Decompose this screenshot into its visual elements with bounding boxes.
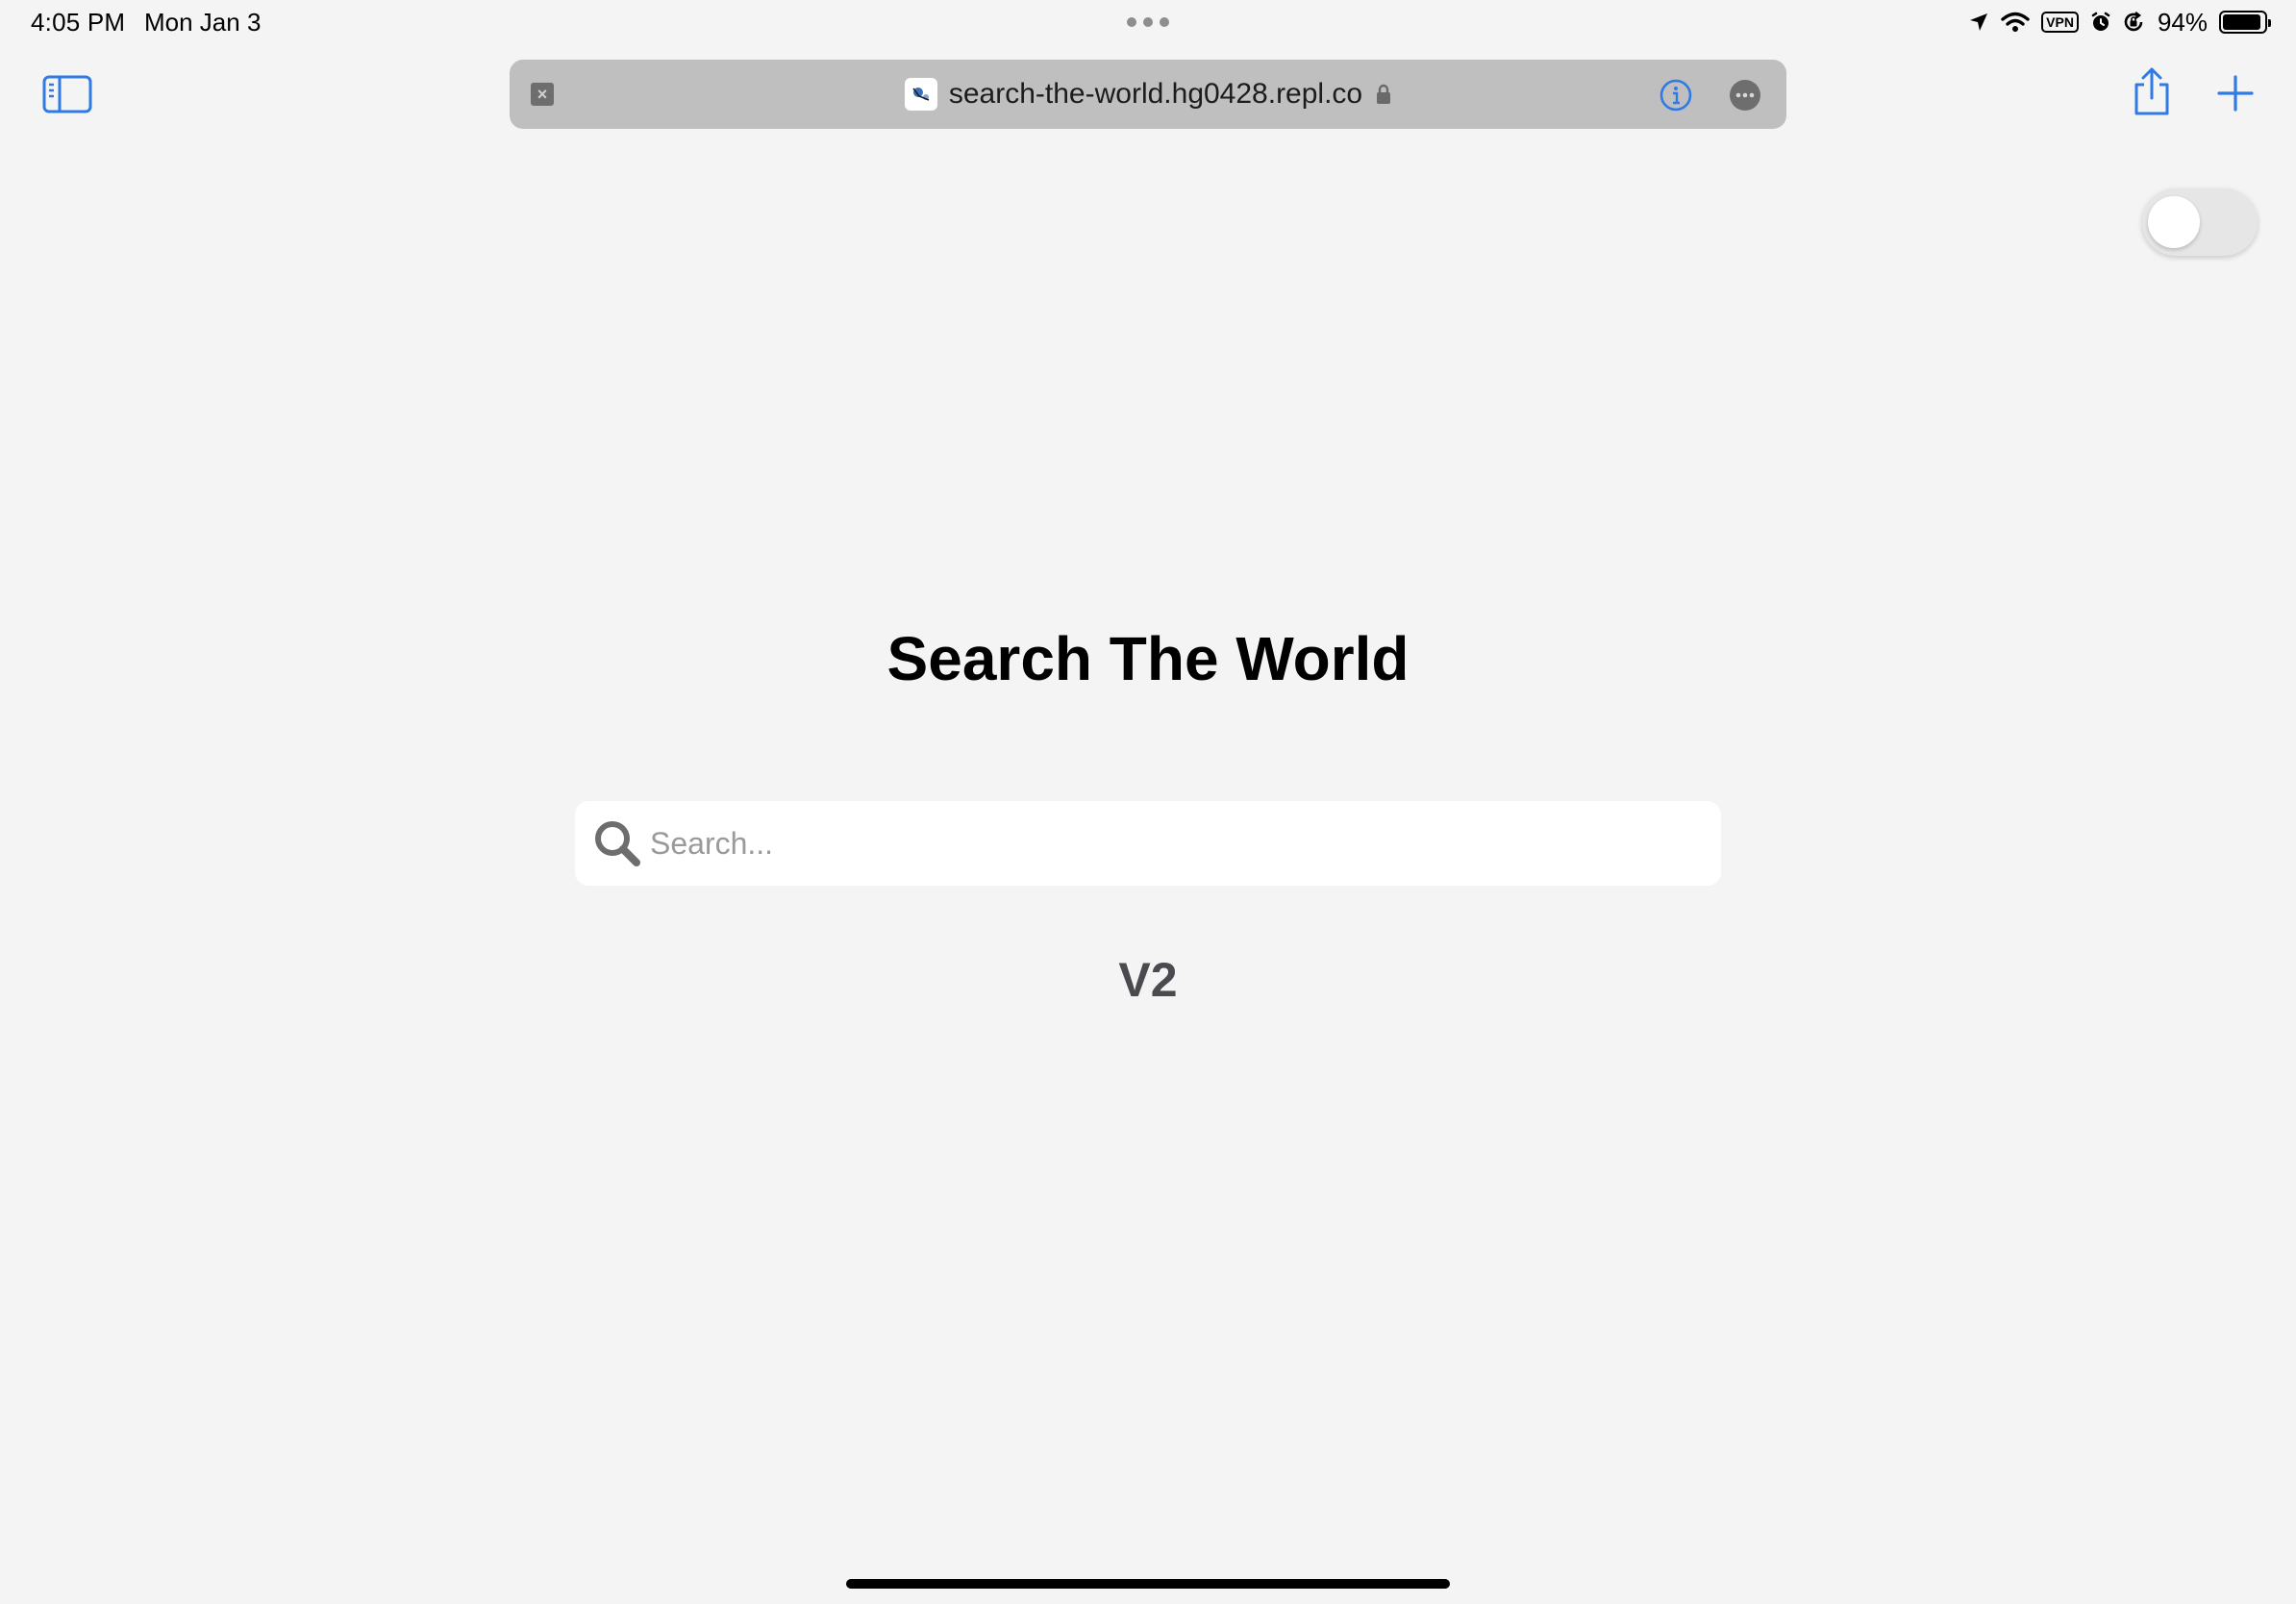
toggle-knob (2148, 196, 2200, 248)
more-icon (1730, 80, 1760, 111)
status-time: 4:05 PM (31, 8, 126, 37)
info-button[interactable] (1660, 79, 1692, 112)
wifi-icon (2001, 12, 2030, 33)
more-button[interactable] (1729, 79, 1761, 112)
status-indicators: VPN 94% (1968, 6, 2271, 38)
url-text: search-the-world.hg0428.repl.co (948, 78, 1363, 110)
page-title: Search The World (886, 624, 1410, 693)
vpn-icon: VPN (2041, 12, 2079, 33)
share-button[interactable] (2131, 67, 2173, 117)
sidebar-button[interactable] (42, 75, 92, 113)
battery-icon (2219, 11, 2271, 34)
url-display[interactable]: search-the-world.hg0428.repl.co (510, 60, 1786, 129)
search-box[interactable] (575, 801, 1721, 886)
dot (1143, 17, 1153, 27)
site-favicon (904, 78, 937, 111)
plus-icon (2217, 75, 2254, 112)
lock-icon (1376, 84, 1391, 105)
search-icon (595, 821, 640, 866)
version-label: V2 (1118, 953, 1178, 1007)
theme-toggle[interactable] (2142, 188, 2258, 256)
orientation-lock-icon (2123, 12, 2144, 33)
close-tab-icon[interactable]: × (531, 83, 554, 106)
battery-percent: 94% (2157, 7, 2208, 37)
info-icon (1660, 79, 1692, 112)
share-icon (2134, 67, 2169, 115)
multitasking-menu[interactable] (1127, 17, 1169, 27)
new-tab-button[interactable] (2217, 75, 2254, 112)
alarm-icon (2090, 12, 2111, 33)
sidebar-icon (42, 75, 92, 113)
dot (1127, 17, 1136, 27)
home-indicator[interactable] (846, 1579, 1450, 1589)
status-date: Mon Jan 3 (144, 8, 262, 37)
battery-level (2223, 14, 2261, 30)
dot (1160, 17, 1169, 27)
location-arrow-icon (1968, 12, 1989, 33)
search-input[interactable] (648, 801, 1706, 886)
address-bar[interactable]: × search-the-world.hg0428.repl.co (510, 60, 1786, 129)
